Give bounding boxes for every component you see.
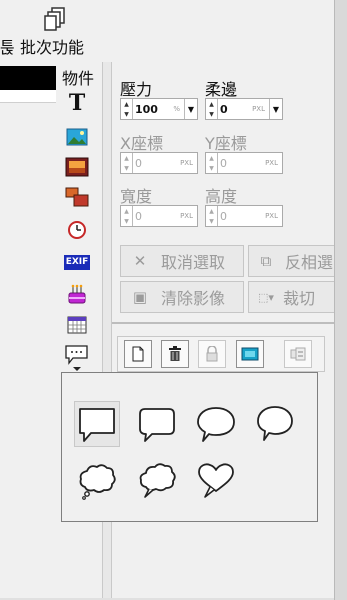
list-row[interactable]: [0, 90, 56, 103]
width-unit: PXL: [180, 212, 193, 220]
width-value: 0: [135, 209, 142, 223]
cloud-bubble-2-option[interactable]: [134, 458, 180, 504]
invert-icon: ⧉: [260, 252, 272, 270]
pressure-unit: %: [173, 105, 180, 113]
x-coord-unit: PXL: [180, 159, 193, 167]
cake-icon[interactable]: [64, 283, 90, 305]
y-coord-unit: PXL: [265, 159, 278, 167]
crop-label: 裁切: [283, 289, 316, 308]
object-panel-title: 物件: [62, 69, 95, 88]
feather-unit: PXL: [252, 105, 265, 113]
invert-label: 反相選: [285, 253, 334, 272]
crop-button[interactable]: ⬚▾ 裁切: [248, 281, 334, 313]
clock-icon[interactable]: [64, 219, 90, 241]
layers-icon[interactable]: [284, 340, 312, 368]
height-value: 0: [220, 209, 227, 223]
collage-icon[interactable]: [64, 186, 90, 208]
height-label: 高度: [205, 187, 238, 206]
deselect-button[interactable]: ✕ 取消選取: [120, 245, 244, 277]
lock-icon[interactable]: [198, 340, 226, 368]
oval-bubble-option[interactable]: [193, 401, 239, 447]
feather-label: 柔邊: [205, 80, 238, 99]
stepper-arrows[interactable]: ▲ ▼: [206, 206, 218, 226]
rectangle-bubble-option[interactable]: [74, 401, 120, 447]
stepper-arrows[interactable]: ▲ ▼: [121, 99, 133, 119]
x-coord-stepper[interactable]: ▲ ▼ 0 PXL: [120, 152, 198, 174]
crop-icon: ⬚▾: [258, 290, 274, 304]
batch-functions-button[interactable]: 批次功能: [20, 34, 84, 58]
chevron-down-icon[interactable]: ▼: [184, 99, 197, 119]
pressure-label: 壓力: [120, 80, 153, 99]
x-icon: ✕: [133, 252, 147, 270]
x-coord-label: X座標: [120, 134, 163, 153]
round-bubble-option[interactable]: [252, 401, 298, 447]
clear-image-button[interactable]: ▣ 清除影像: [120, 281, 244, 313]
exif-icon[interactable]: EXIF: [63, 251, 91, 273]
feather-stepper[interactable]: ▲ ▼ 0 PXL ▼: [205, 98, 283, 120]
heart-bubble-option[interactable]: [193, 458, 239, 504]
trash-icon[interactable]: [161, 340, 189, 368]
clear-image-label: 清除影像: [161, 289, 226, 308]
y-coord-value: 0: [220, 156, 227, 170]
left-panel: [0, 62, 58, 600]
stepper-arrows[interactable]: ▲ ▼: [121, 153, 133, 173]
panel-divider: [112, 322, 334, 324]
pressure-value: 100: [135, 102, 158, 116]
height-unit: PXL: [265, 212, 278, 220]
y-coord-stepper[interactable]: ▲ ▼ 0 PXL: [205, 152, 283, 174]
invert-selection-button[interactable]: ⧉ 反相選: [248, 245, 334, 277]
stepper-arrows[interactable]: ▲ ▼: [121, 206, 133, 226]
height-stepper[interactable]: ▲ ▼ 0 PXL: [205, 205, 283, 227]
width-stepper[interactable]: ▲ ▼ 0 PXL: [120, 205, 198, 227]
stepper-arrows[interactable]: ▲ ▼: [206, 99, 218, 119]
vertical-scrollbar[interactable]: [334, 0, 347, 600]
calendar-icon[interactable]: [64, 314, 90, 336]
x-coord-value: 0: [135, 156, 142, 170]
deselect-label: 取消選取: [161, 253, 226, 272]
batch-copies-icon[interactable]: [44, 7, 66, 31]
text-icon[interactable]: T: [64, 90, 90, 116]
rounded-rect-bubble-option[interactable]: [134, 401, 180, 447]
frame-icon[interactable]: [64, 156, 90, 178]
new-page-icon[interactable]: [124, 340, 152, 368]
speech-bubble-icon[interactable]: [64, 344, 90, 372]
image-object-icon[interactable]: [236, 340, 264, 368]
toolbar-partial-label[interactable]: 툱: [0, 34, 15, 58]
cloud-bubble-option[interactable]: [74, 458, 120, 504]
width-label: 寬度: [120, 187, 153, 206]
chevron-down-icon[interactable]: ▼: [269, 99, 282, 119]
selected-list-row[interactable]: [0, 66, 56, 90]
pressure-stepper[interactable]: ▲ ▼ 100 % ▼: [120, 98, 198, 120]
clear-image-icon: ▣: [132, 288, 148, 306]
y-coord-label: Y座標: [205, 134, 247, 153]
picture-icon[interactable]: [64, 126, 90, 148]
feather-value: 0: [220, 102, 228, 116]
stepper-arrows[interactable]: ▲ ▼: [206, 153, 218, 173]
